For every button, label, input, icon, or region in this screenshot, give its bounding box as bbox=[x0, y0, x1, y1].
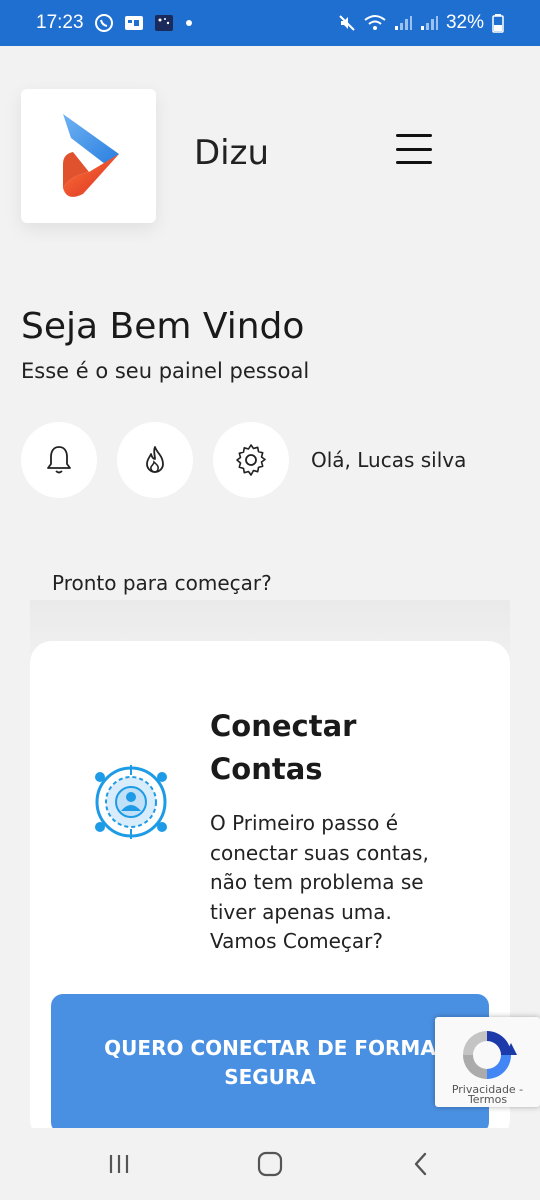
back-icon bbox=[414, 1152, 427, 1176]
recaptcha-terms-link[interactable]: Termos bbox=[435, 1094, 540, 1105]
wifi-icon bbox=[364, 14, 386, 32]
status-right: 32% bbox=[338, 12, 504, 34]
cta-line: QUERO CONECTAR DE FORMA bbox=[104, 1036, 436, 1060]
status-time: 17:23 bbox=[36, 12, 84, 33]
card-title-line: Conectar bbox=[210, 709, 357, 743]
welcome-title: Seja Bem Vindo bbox=[21, 306, 305, 347]
card-title-line: Contas bbox=[210, 752, 323, 786]
card-title: Conectar Contas bbox=[210, 705, 460, 791]
status-left: 17:23 bbox=[36, 12, 194, 34]
status-bar: 17:23 32% bbox=[0, 0, 540, 46]
keyboard-icon bbox=[124, 14, 144, 32]
battery-percent: 32% bbox=[445, 12, 484, 33]
menu-line bbox=[396, 147, 432, 151]
ready-label: Pronto para começar? bbox=[52, 571, 272, 595]
gear-icon bbox=[236, 444, 266, 476]
system-nav-bar bbox=[0, 1128, 540, 1200]
recaptcha-icon bbox=[463, 1031, 517, 1079]
home-button[interactable] bbox=[250, 1146, 290, 1182]
recent-apps-button[interactable] bbox=[99, 1146, 139, 1182]
whatsapp-icon bbox=[94, 13, 114, 33]
app-name: Dizu bbox=[194, 133, 270, 173]
bell-icon bbox=[47, 446, 71, 474]
notifications-button[interactable] bbox=[21, 422, 97, 498]
user-greeting: Olá, Lucas silva bbox=[311, 448, 467, 472]
card-text-line: tiver apenas uma. bbox=[210, 899, 392, 924]
settings-button[interactable] bbox=[213, 422, 289, 498]
home-icon bbox=[257, 1151, 283, 1177]
signal-icon bbox=[394, 15, 412, 31]
card-description: O Primeiro passo é conectar suas contas,… bbox=[210, 809, 475, 957]
card-text-line: O Primeiro passo é bbox=[210, 811, 398, 835]
card-text-line: conectar suas contas, bbox=[210, 840, 429, 865]
fire-icon bbox=[146, 446, 164, 473]
menu-line bbox=[396, 134, 432, 137]
welcome-subtitle: Esse é o seu painel pessoal bbox=[21, 359, 310, 383]
recaptcha-badge[interactable]: Privacidade - Termos bbox=[435, 1017, 540, 1107]
card-text-line: Vamos Começar? bbox=[210, 929, 383, 953]
hamburger-menu-icon[interactable] bbox=[396, 134, 432, 164]
trending-button[interactable] bbox=[117, 422, 193, 498]
dot-icon bbox=[184, 18, 194, 28]
app-icon bbox=[154, 14, 174, 32]
connect-accounts-icon bbox=[95, 765, 167, 839]
signal-icon bbox=[420, 15, 438, 31]
recaptcha-links[interactable]: Privacidade - Termos bbox=[435, 1084, 540, 1105]
battery-icon bbox=[492, 13, 504, 33]
connect-securely-button[interactable]: QUERO CONECTAR DE FORMA SEGURA bbox=[51, 994, 489, 1134]
app-logo[interactable] bbox=[21, 89, 156, 223]
dizu-logo-icon bbox=[62, 114, 119, 197]
mute-icon bbox=[338, 14, 356, 32]
back-button[interactable] bbox=[401, 1146, 441, 1182]
menu-line bbox=[396, 161, 432, 164]
recent-apps-icon bbox=[109, 1155, 129, 1173]
cta-line: SEGURA bbox=[224, 1065, 316, 1089]
card-text-line: não tem problema se bbox=[210, 870, 424, 894]
